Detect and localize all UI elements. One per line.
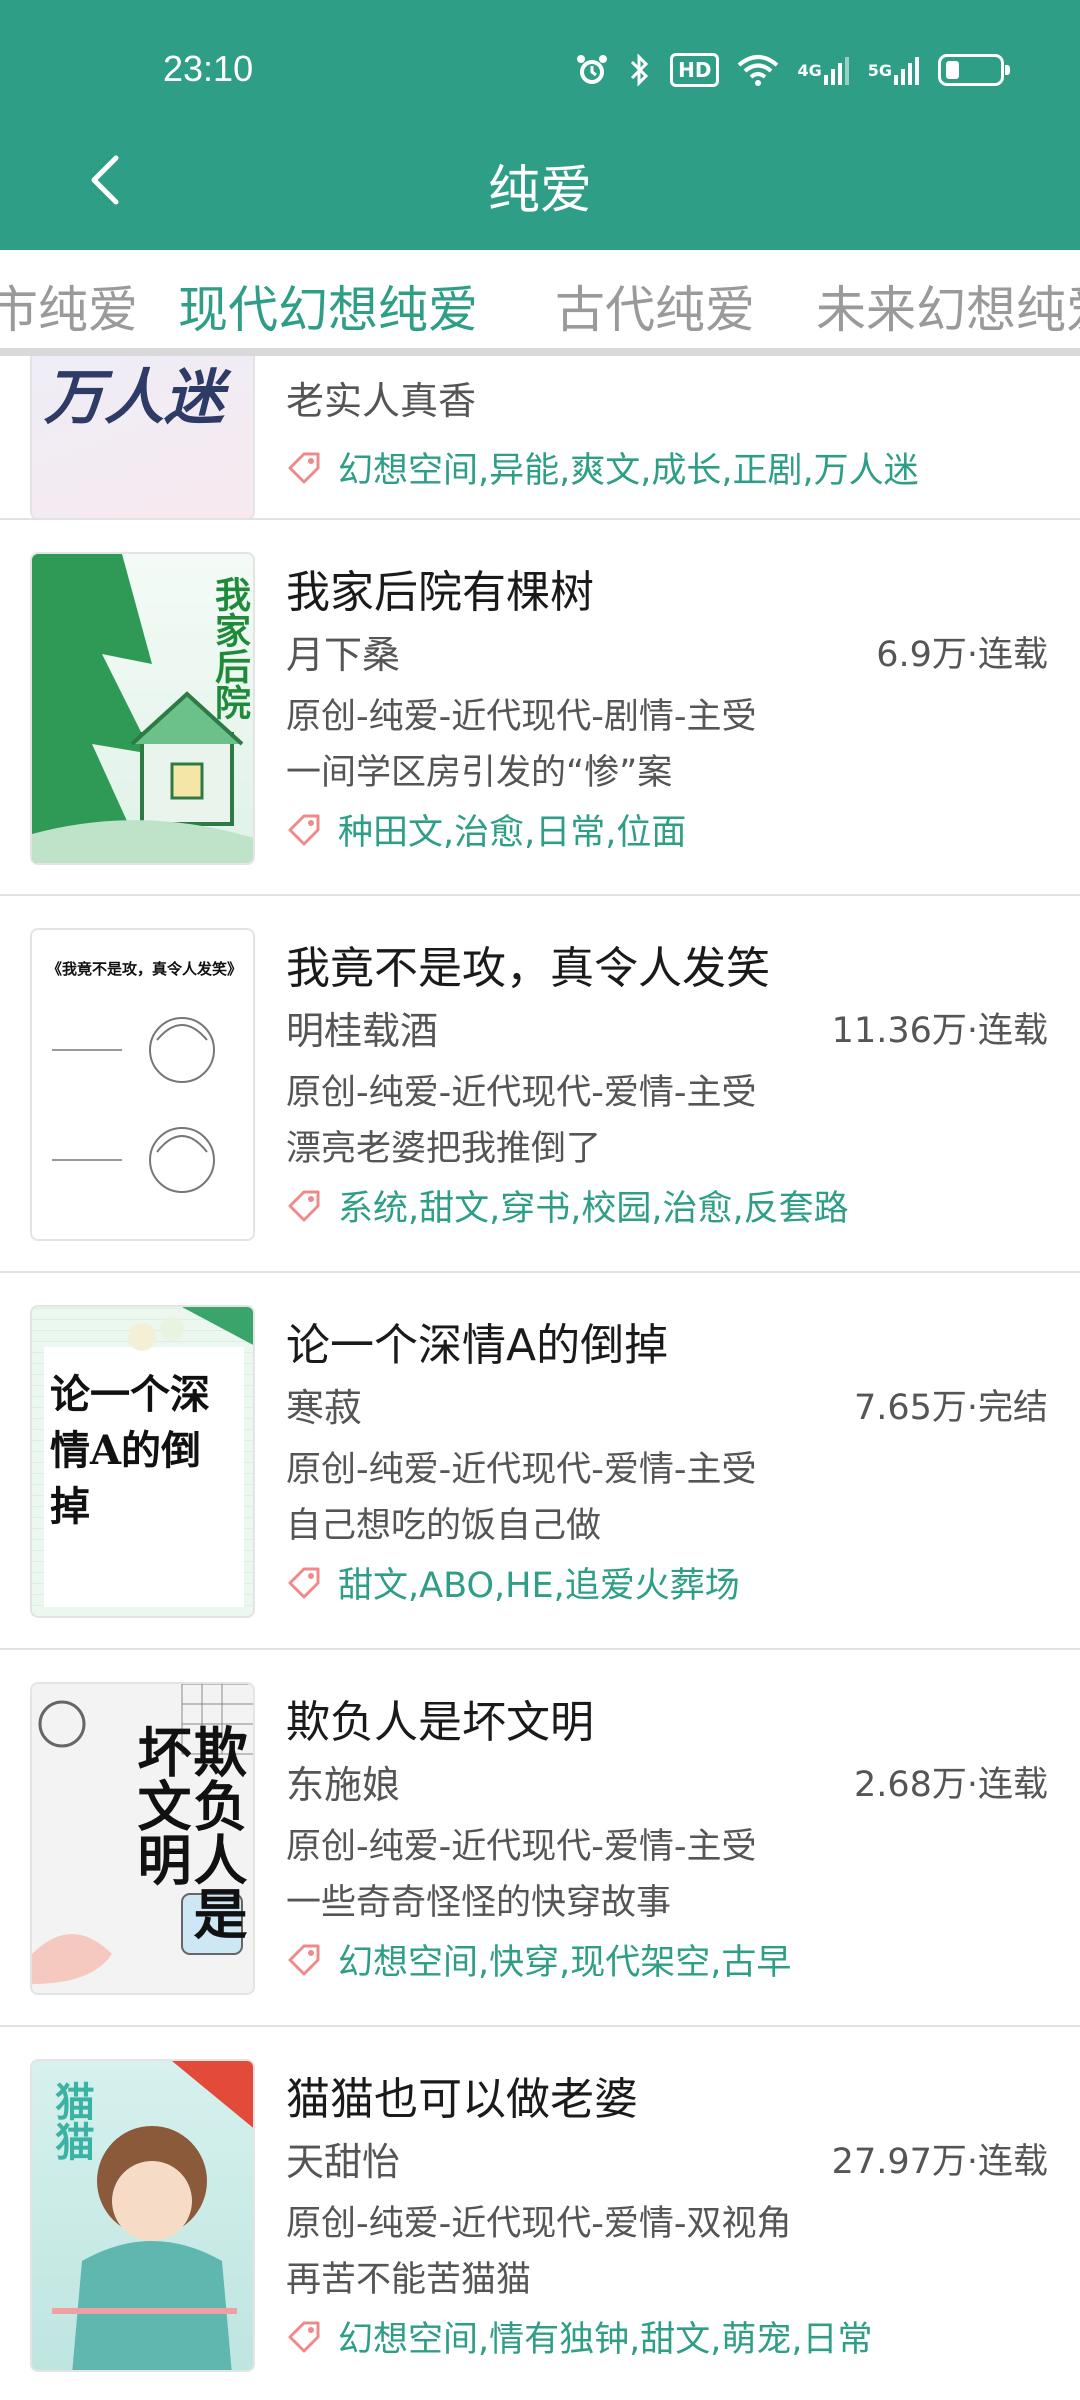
book-row[interactable]: 我家后院 我家后院有棵树 月下桑 6.9万·连载 原创-纯爱-近代现代-剧情-主… (0, 520, 1080, 896)
book-stats: 11.36万·连载 (831, 1011, 1048, 1051)
book-title[interactable]: 猫猫也可以做老婆 (286, 2063, 638, 2127)
tag-icon (288, 814, 320, 845)
book-row[interactable]: 论一个深情A的倒掉 论一个深情A的倒掉 寒菽 7.65万·完结 原创-纯爱-近代… (0, 1273, 1080, 1650)
hd-voice-icon: HD (670, 53, 720, 87)
book-cover: 论一个深情A的倒掉 (30, 1305, 255, 1618)
book-tags: 幻想空间,异能,爽文,成长,正剧,万人迷 (286, 442, 919, 493)
book-author: 天甜怡 (286, 2140, 401, 2184)
tab-urban[interactable]: 都市纯爱 (0, 270, 138, 342)
book-tags: 幻想空间,情有独钟,甜文,萌宠,日常 (286, 2311, 873, 2362)
book-author: 老实人真香 (286, 379, 477, 423)
book-category: 原创-纯爱-近代现代-爱情-主受 (286, 1450, 757, 1490)
app-header: 23:10 HD 4G 5G 纯爱 (0, 0, 1080, 250)
book-cover: 欺负人是坏文明 (30, 1682, 255, 1995)
book-row[interactable]: 猫猫 猫猫也可以做老婆 天甜怡 27.97万·连载 原创-纯爱-近代现代-爱情-… (0, 2027, 1080, 2400)
book-author: 明桂载酒 (286, 1009, 439, 1053)
book-row[interactable]: 《我竟不是攻，真令人发笑》 我竟不是攻，真令人发笑 明桂载酒 11.36万·连载… (0, 896, 1080, 1273)
book-description: 漂亮老婆把我推倒了 (286, 1129, 602, 1169)
tag-icon (288, 2321, 320, 2352)
category-tabs: 都市纯爱 现代幻想纯爱 古代纯爱 未来幻想纯爱 (0, 250, 1080, 356)
cover-title-art: 我家后院 (209, 576, 251, 720)
book-cover: 猫猫 (30, 2059, 255, 2372)
book-category: 原创-纯爱-近代现代-爱情-主受 (286, 1827, 757, 1867)
book-category: 原创-纯爱-近代现代-爱情-双视角 (286, 2204, 792, 2244)
book-description: 自己想吃的饭自己做 (286, 1506, 602, 1546)
book-category: 原创-纯爱-近代现代-剧情-主受 (286, 697, 757, 737)
book-description: 一些奇奇怪怪的快穿故事 (286, 1883, 672, 1923)
tab-modern-fantasy[interactable]: 现代幻想纯爱 (178, 270, 478, 342)
tags-text: 种田文,治愈,日常,位面 (338, 813, 687, 853)
book-stats: 27.97万·连载 (831, 2142, 1048, 2182)
book-tags: 系统,甜文,穿书,校园,治愈,反套路 (286, 1180, 849, 1231)
tags-text: 系统,甜文,穿书,校园,治愈,反套路 (338, 1189, 849, 1229)
book-title[interactable]: 我家后院有棵树 (286, 556, 594, 620)
book-row[interactable]: 欺负人是坏文明 欺负人是坏文明 东施娘 2.68万·连载 原创-纯爱-近代现代-… (0, 1650, 1080, 2027)
status-icons: HD 4G 5G (574, 48, 1010, 92)
tag-icon (288, 452, 320, 483)
tab-ancient[interactable]: 古代纯爱 (555, 270, 755, 342)
tag-icon (288, 1567, 320, 1598)
tab-future-fantasy[interactable]: 未来幻想纯爱 (816, 270, 1080, 342)
book-tags: 幻想空间,快穿,现代架空,古早 (286, 1934, 791, 1985)
book-stats: 6.9万·连载 (876, 635, 1048, 675)
tag-icon (288, 1944, 320, 1975)
book-author: 东施娘 (286, 1763, 401, 1807)
tags-text: 幻想空间,异能,爽文,成长,正剧,万人迷 (338, 451, 919, 491)
book-author: 寒菽 (286, 1386, 363, 1430)
status-time: 23:10 (163, 48, 254, 89)
page-title: 纯爱 (487, 161, 592, 221)
bluetooth-icon (628, 48, 652, 92)
signal-5g-label: 5G (867, 60, 892, 80)
book-author: 月下桑 (286, 633, 401, 677)
cover-illustration (128, 1307, 253, 1351)
book-stats: 2.68万·连载 (853, 1765, 1048, 1805)
tag-icon (288, 1190, 320, 1221)
signal-5g-icon: 5G (868, 48, 920, 92)
book-description: 一间学区房引发的“惨”案 (286, 753, 673, 793)
cover-title-art: 欺负人是坏文明 (128, 1724, 248, 1940)
signal-4g-icon: 4G (797, 48, 849, 92)
book-title[interactable]: 欺负人是坏文明 (286, 1686, 594, 1750)
book-cover: 万人迷 (30, 356, 255, 518)
book-tags: 种田文,治愈,日常,位面 (286, 804, 686, 855)
wifi-icon (737, 48, 779, 92)
book-title[interactable]: 我竟不是攻，真令人发笑 (286, 932, 770, 996)
tags-text: 甜文,ABO,HE,追爱火葬场 (338, 1566, 740, 1606)
book-row[interactable]: 万人迷 老实人真香 幻想空间,异能,爽文,成长,正剧,万人迷 (0, 356, 1080, 520)
status-bar: 23:10 HD 4G 5G (0, 0, 1080, 130)
cover-title-art: 猫猫 (48, 2081, 95, 2161)
cover-illustration (52, 1017, 215, 1193)
tags-text: 幻想空间,快穿,现代架空,古早 (338, 1943, 792, 1983)
cover-title-art: 万人迷 (44, 363, 224, 433)
book-title[interactable]: 论一个深情A的倒掉 (286, 1309, 668, 1373)
book-category: 原创-纯爱-近代现代-爱情-主受 (286, 1073, 757, 1113)
book-tags: 甜文,ABO,HE,追爱火葬场 (286, 1557, 740, 1608)
active-tab-indicator (148, 348, 525, 356)
alarm-icon (574, 48, 610, 92)
book-description: 再苦不能苦猫猫 (286, 2260, 532, 2300)
book-cover: 我家后院 (30, 552, 255, 865)
signal-4g-label: 4G (797, 60, 822, 80)
tags-text: 幻想空间,情有独钟,甜文,萌宠,日常 (338, 2320, 873, 2360)
book-cover: 《我竟不是攻，真令人发笑》 (30, 928, 255, 1241)
book-stats: 7.65万·完结 (853, 1388, 1048, 1428)
battery-icon (938, 54, 1010, 86)
battery-level (946, 61, 959, 79)
